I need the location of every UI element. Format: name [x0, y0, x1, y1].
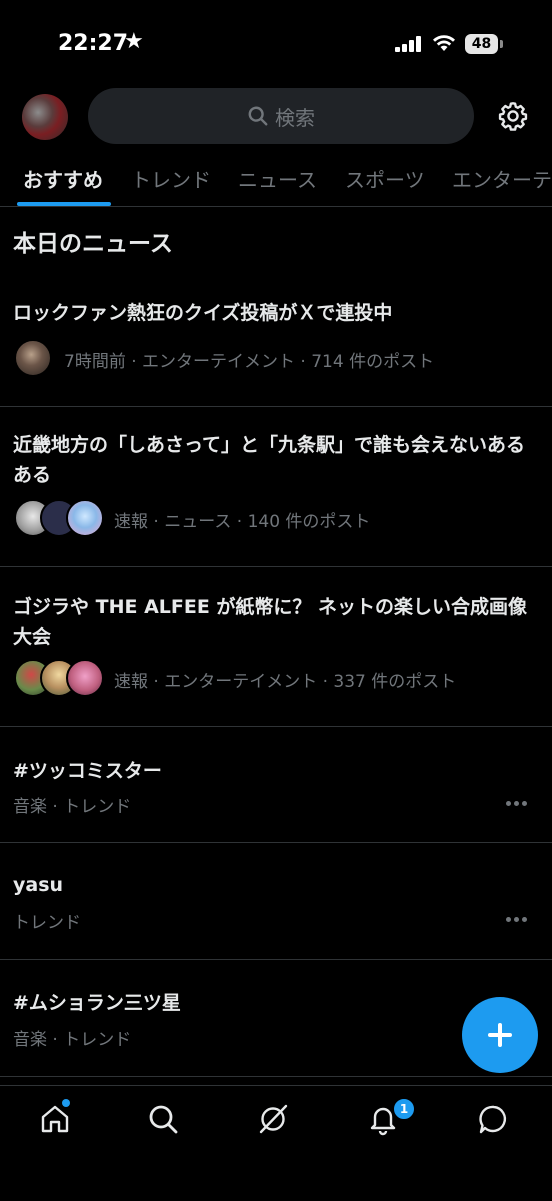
search-icon: [248, 106, 268, 126]
status-bar: 22:27 ★ 48: [0, 0, 552, 86]
more-icon[interactable]: [506, 801, 528, 807]
more-icon[interactable]: [506, 917, 528, 923]
section-title: 本日のニュース: [13, 231, 173, 257]
avatar: [14, 339, 52, 377]
grok-icon[interactable]: [256, 1102, 290, 1136]
avatar: [66, 659, 104, 697]
profile-avatar[interactable]: [22, 94, 68, 140]
compose-button[interactable]: [462, 997, 538, 1073]
bottom-nav: 1: [0, 1085, 552, 1201]
home-icon[interactable]: [38, 1102, 72, 1136]
news-item[interactable]: ゴジラや THE ALFEE が紙幣に？ ネットの楽しい合成画像大会 速報 · …: [0, 566, 552, 727]
top-header: 検索: [0, 86, 552, 150]
tab-news[interactable]: ニュース: [238, 164, 317, 193]
message-icon[interactable]: [477, 1102, 511, 1136]
trend-name: #ツッコミスター: [13, 760, 162, 782]
news-item[interactable]: 近畿地方の「しあさって」と「九条駅」で誰も会えないあるある 速報 · ニュース …: [0, 406, 552, 567]
tab-bar: おすすめ トレンド ニュース スポーツ エンターテ: [0, 150, 552, 207]
news-item[interactable]: ロックファン熱狂のクイズ投稿がＸで連投中 7時間前 · エンターテイメント · …: [0, 280, 552, 407]
news-meta: 速報 · ニュース · 140 件のポスト: [114, 512, 371, 532]
battery-level: 48: [465, 34, 498, 54]
trend-meta: 音楽 · トレンド: [13, 797, 132, 817]
wifi-icon: [433, 35, 455, 51]
trend-meta: 音楽 · トレンド: [13, 1030, 132, 1050]
search-placeholder: 検索: [275, 105, 315, 130]
trend-meta: トレンド: [13, 913, 81, 933]
star-icon: ★: [124, 29, 144, 54]
gear-icon[interactable]: [497, 100, 529, 132]
news-title: 近畿地方の「しあさって」と「九条駅」で誰も会えないあるある: [13, 434, 526, 486]
explore-icon[interactable]: [146, 1102, 180, 1136]
signal-icon: [395, 36, 421, 52]
tab-trending[interactable]: トレンド: [131, 164, 211, 193]
trend-name: yasu: [13, 874, 64, 896]
trend-item[interactable]: yasu トレンド: [0, 842, 552, 960]
news-meta: 7時間前 · エンターテイメント · 714 件のポスト: [64, 352, 435, 372]
news-title: ロックファン熱狂のクイズ投稿がＸで連投中: [13, 302, 393, 324]
home-unread-dot: [62, 1099, 70, 1107]
trend-item[interactable]: #ツッコミスター 音楽 · トレンド: [0, 726, 552, 843]
trend-name: #ムショラン三ツ星: [13, 992, 181, 1014]
search-bar[interactable]: 検索: [88, 88, 474, 144]
notification-badge: 1: [393, 1098, 415, 1120]
news-meta: 速報 · エンターテイメント · 337 件のポスト: [114, 672, 457, 692]
status-time: 22:27: [58, 31, 129, 56]
tab-sports[interactable]: スポーツ: [345, 164, 425, 193]
active-tab-indicator: [17, 202, 111, 206]
tab-recommended[interactable]: おすすめ: [23, 164, 103, 193]
tab-entertainment[interactable]: エンターテ: [452, 164, 552, 193]
news-title: ゴジラや THE ALFEE が紙幣に？ ネットの楽しい合成画像大会: [13, 596, 528, 648]
battery-icon: 48: [465, 34, 503, 54]
avatar: [66, 499, 104, 537]
